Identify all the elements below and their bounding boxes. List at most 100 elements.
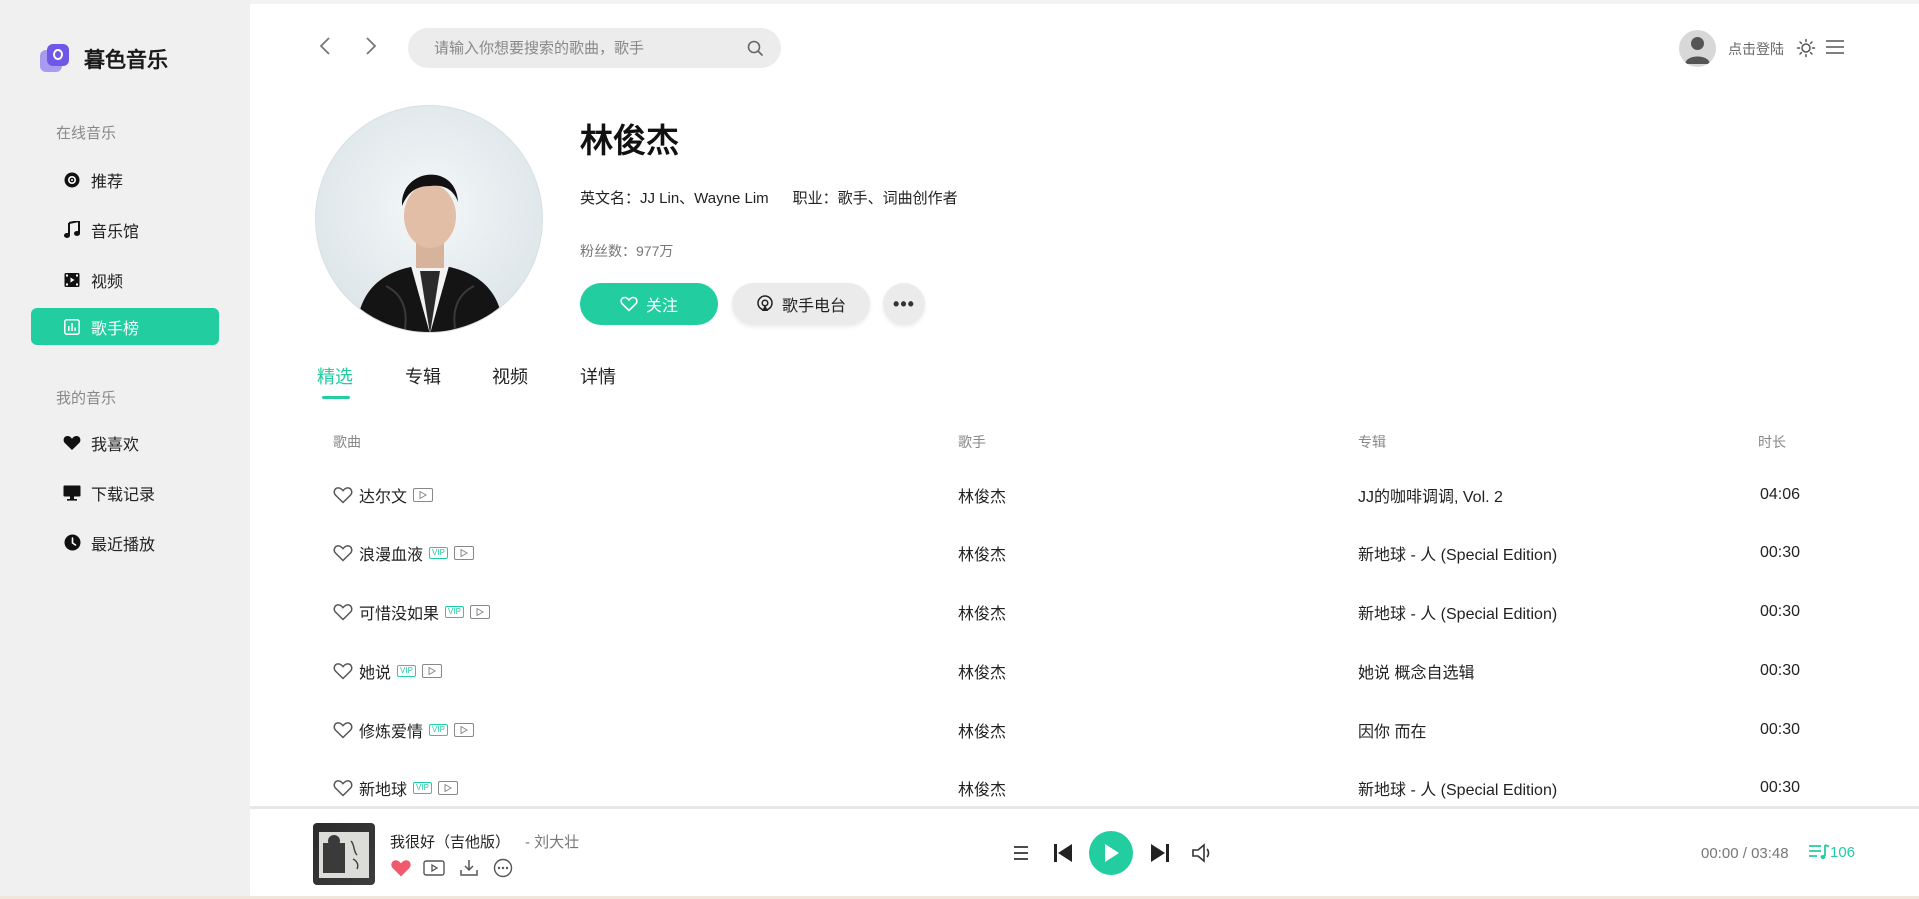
chevron-right-icon [366,37,377,55]
heart-outline-icon[interactable] [333,603,353,621]
album-cell[interactable]: JJ的咖啡调调, Vol. 2 [1358,466,1503,524]
album-cell[interactable]: 因你 而在 [1358,701,1426,759]
singer-cell[interactable]: 林俊杰 [958,642,1006,700]
tab-indicator [322,396,350,399]
now-playing-artist[interactable]: - 刘大壮 [525,831,579,852]
radio-label: 歌手电台 [781,298,846,315]
back-button[interactable] [318,34,332,62]
heart-outline-icon[interactable] [333,721,353,739]
volume-icon[interactable] [1191,842,1215,864]
album-cell[interactable]: 新地球 - 人 (Special Edition) [1358,759,1557,806]
tab-featured[interactable]: 精选 [317,363,353,389]
column-header-song: 歌曲 [333,434,361,450]
sidebar-item-downloads[interactable]: 下载记录 [31,474,219,511]
mv-icon[interactable] [423,858,445,878]
heart-outline-icon[interactable] [333,779,353,797]
search-input[interactable] [434,39,734,57]
table-row[interactable]: 浪漫血液 VIP 林俊杰 新地球 - 人 (Special Edition) 0… [315,524,1855,582]
logo-icon [40,44,70,74]
login-link[interactable]: 点击登陆 [1728,39,1784,59]
table-row[interactable]: 她说 VIP 林俊杰 她说 概念自选辑 00:30 [315,642,1855,700]
vip-badge: VIP [397,665,416,677]
column-header-duration: 时长 [1758,434,1786,450]
table-row[interactable]: 修炼爱情 VIP 林俊杰 因你 而在 00:30 [315,701,1855,759]
playlist-count: 106 [1830,843,1856,861]
current-time: 00:00 [1701,845,1739,862]
duration-cell: 00:30 [1760,779,1801,796]
mv-icon[interactable] [469,605,490,619]
more-options-button[interactable]: ••• [883,283,925,325]
mv-icon[interactable] [453,546,474,560]
mv-icon[interactable] [437,781,458,795]
heart-icon [63,434,81,452]
table-row[interactable]: 可惜没如果 VIP 林俊杰 新地球 - 人 (Special Edition) … [315,583,1855,641]
singer-cell[interactable]: 林俊杰 [958,524,1006,582]
sidebar-item-singer-chart[interactable]: 歌手榜 [31,308,219,345]
song-title[interactable]: 她说 [359,659,391,683]
vip-badge: VIP [429,547,448,559]
heart-outline-icon[interactable] [333,486,353,504]
song-title[interactable]: 浪漫血液 [359,541,423,565]
tab-albums[interactable]: 专辑 [405,363,441,389]
vip-badge: VIP [429,724,448,736]
play-button[interactable] [1089,831,1133,875]
heart-outline-icon[interactable] [333,662,353,680]
sidebar-item-label: 下载记录 [91,486,156,504]
sidebar-item-recommend[interactable]: 推荐 [31,161,219,198]
user-avatar[interactable] [1679,30,1716,67]
sidebar-item-video[interactable]: 视频 [31,261,219,298]
duration-cell: 00:30 [1760,662,1801,679]
sidebar-item-favorites[interactable]: 我喜欢 [31,424,219,461]
heart-outline-icon[interactable] [333,544,353,562]
singer-cell[interactable]: 林俊杰 [958,583,1006,641]
download-icon[interactable] [458,858,480,878]
artist-photo [315,105,543,333]
mv-icon[interactable] [413,488,434,502]
table-row[interactable]: 达尔文 林俊杰 JJ的咖啡调调, Vol. 2 04:06 [315,466,1855,524]
follow-button[interactable]: 关注 [580,283,718,325]
song-title[interactable]: 达尔文 [359,483,407,507]
tab-details[interactable]: 详情 [580,363,616,389]
duration-cell: 04:06 [1760,486,1801,503]
liked-heart-icon[interactable] [390,858,412,878]
search-icon[interactable] [747,40,763,56]
playlist-mode-icon[interactable] [1013,845,1031,861]
previous-track-icon[interactable] [1052,842,1074,864]
sidebar-item-recent[interactable]: 最近播放 [31,524,219,561]
song-cell: 她说 VIP [333,642,442,700]
song-title[interactable]: 可惜没如果 [359,600,439,624]
forward-button[interactable] [364,34,378,62]
singer-cell[interactable]: 林俊杰 [958,759,1006,806]
menu-icon[interactable] [1826,39,1844,55]
duration-cell: 00:30 [1760,544,1801,561]
clock-icon [63,534,81,552]
playlist-icon [1809,844,1830,859]
now-playing-title[interactable]: 我很好（吉他版） [390,831,510,852]
singer-cell[interactable]: 林俊杰 [958,701,1006,759]
radio-icon [757,295,773,311]
album-cell[interactable]: 新地球 - 人 (Special Edition) [1358,524,1557,582]
mv-icon[interactable] [421,664,442,678]
sidebar-item-label: 推荐 [91,173,124,191]
song-title[interactable]: 新地球 [359,776,407,800]
artist-fans: 粉丝数：977万 [580,243,674,259]
sidebar-group-online: 在线音乐 [56,125,117,142]
sun-icon[interactable] [1796,38,1816,58]
song-title[interactable]: 修炼爱情 [359,718,423,742]
song-cell: 新地球 VIP [333,759,458,806]
table-row[interactable]: 新地球 VIP 林俊杰 新地球 - 人 (Special Edition) 00… [315,759,1855,806]
tab-videos[interactable]: 视频 [492,363,528,389]
now-playing-cover[interactable] [313,823,375,885]
more-circle-icon[interactable] [492,858,514,878]
mv-icon[interactable] [453,723,474,737]
next-track-icon[interactable] [1149,842,1171,864]
singer-cell[interactable]: 林俊杰 [958,466,1006,524]
album-cell[interactable]: 她说 概念自选辑 [1358,642,1474,700]
album-cell[interactable]: 新地球 - 人 (Special Edition) [1358,583,1557,641]
app-logo[interactable]: 暮色音乐 [40,44,168,74]
total-time: 03:48 [1751,845,1789,862]
sidebar-item-music-hall[interactable]: 音乐馆 [31,211,219,248]
playlist-button[interactable]: 106 [1808,843,1855,861]
artist-radio-button[interactable]: 歌手电台 [732,283,870,325]
play-icon [1105,844,1119,862]
